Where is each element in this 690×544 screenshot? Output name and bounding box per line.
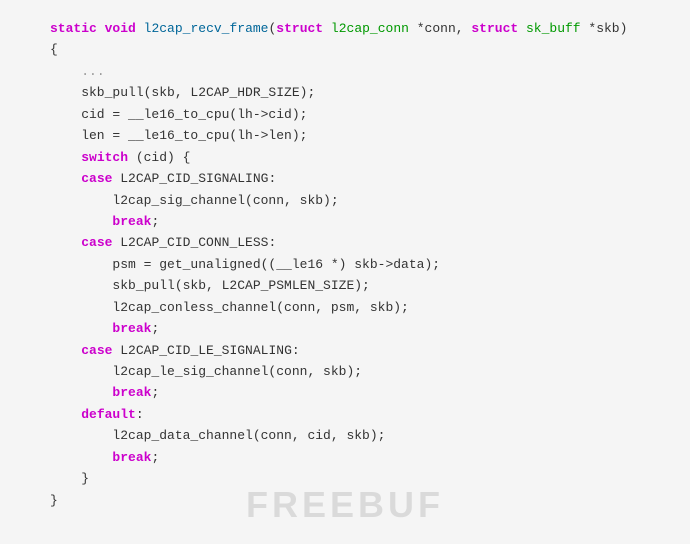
token-kw: case [81, 235, 112, 250]
token-va: *skb) [581, 21, 628, 36]
token-kw: static [50, 21, 97, 36]
code-line: break; [50, 447, 670, 468]
code-line: { [50, 39, 670, 60]
token-va: len = __le16_to_cpu(lh->len); [50, 128, 307, 143]
token-kw: struct [471, 21, 518, 36]
code-line: } [50, 468, 670, 489]
token-va [50, 385, 112, 400]
token-va: skb_pull(skb, L2CAP_HDR_SIZE); [50, 85, 315, 100]
token-va [136, 21, 144, 36]
token-va: L2CAP_CID_CONN_LESS: [112, 235, 276, 250]
token-co: ... [81, 64, 104, 79]
code-line: } [50, 490, 670, 511]
token-va: l2cap_sig_channel(conn, skb); [50, 193, 339, 208]
code-line: l2cap_conless_channel(conn, psm, skb); [50, 297, 670, 318]
token-kw: break [112, 385, 151, 400]
token-va: ; [151, 385, 159, 400]
code-line: break; [50, 382, 670, 403]
token-va: ; [151, 214, 159, 229]
token-va: (cid) { [128, 150, 190, 165]
code-line: switch (cid) { [50, 147, 670, 168]
token-va [50, 450, 112, 465]
token-va: skb_pull(skb, L2CAP_PSMLEN_SIZE); [50, 278, 370, 293]
token-kw: struct [276, 21, 323, 36]
token-va: cid = __le16_to_cpu(lh->cid); [50, 107, 307, 122]
token-kw: case [81, 343, 112, 358]
token-va [50, 150, 81, 165]
code-container: static void l2cap_recv_frame(struct l2ca… [0, 0, 690, 529]
code-line: l2cap_data_channel(conn, cid, skb); [50, 425, 670, 446]
code-line: len = __le16_to_cpu(lh->len); [50, 125, 670, 146]
code-line: case L2CAP_CID_LE_SIGNALING: [50, 340, 670, 361]
token-va [97, 21, 105, 36]
code-line: break; [50, 211, 670, 232]
token-va: L2CAP_CID_SIGNALING: [112, 171, 276, 186]
token-va: } [50, 493, 58, 508]
token-kw: break [112, 450, 151, 465]
token-ty: l2cap_conn [331, 21, 409, 36]
token-kw: default [81, 407, 136, 422]
token-fn: l2cap_recv_frame [144, 21, 269, 36]
token-va [50, 343, 81, 358]
token-kw: break [112, 321, 151, 336]
code-line: l2cap_le_sig_channel(conn, skb); [50, 361, 670, 382]
code-line: default: [50, 404, 670, 425]
token-va [50, 321, 112, 336]
token-va: l2cap_le_sig_channel(conn, skb); [50, 364, 362, 379]
code-line: skb_pull(skb, L2CAP_PSMLEN_SIZE); [50, 275, 670, 296]
code-line: skb_pull(skb, L2CAP_HDR_SIZE); [50, 82, 670, 103]
token-va [518, 21, 526, 36]
code-line: break; [50, 318, 670, 339]
token-kw: case [81, 171, 112, 186]
code-line: ... [50, 61, 670, 82]
token-kw: switch [81, 150, 128, 165]
token-kw: break [112, 214, 151, 229]
token-va: l2cap_conless_channel(conn, psm, skb); [50, 300, 409, 315]
token-va [50, 64, 81, 79]
token-va: ; [151, 450, 159, 465]
token-va [50, 407, 81, 422]
token-va: *conn, [409, 21, 471, 36]
code-line: psm = get_unaligned((__le16 *) skb->data… [50, 254, 670, 275]
code-line: static void l2cap_recv_frame(struct l2ca… [50, 18, 670, 39]
token-va: } [50, 471, 89, 486]
code-line: case L2CAP_CID_CONN_LESS: [50, 232, 670, 253]
token-va: L2CAP_CID_LE_SIGNALING: [112, 343, 299, 358]
code-line: l2cap_sig_channel(conn, skb); [50, 190, 670, 211]
token-va: { [50, 42, 58, 57]
token-va [50, 235, 81, 250]
token-ty: sk_buff [526, 21, 581, 36]
token-va: l2cap_data_channel(conn, cid, skb); [50, 428, 385, 443]
token-kw: void [105, 21, 136, 36]
code-line: case L2CAP_CID_SIGNALING: [50, 168, 670, 189]
token-va: ; [151, 321, 159, 336]
code-line: cid = __le16_to_cpu(lh->cid); [50, 104, 670, 125]
token-va: psm = get_unaligned((__le16 *) skb->data… [50, 257, 440, 272]
token-va [323, 21, 331, 36]
token-va [50, 214, 112, 229]
token-va [50, 171, 81, 186]
token-va: : [136, 407, 144, 422]
